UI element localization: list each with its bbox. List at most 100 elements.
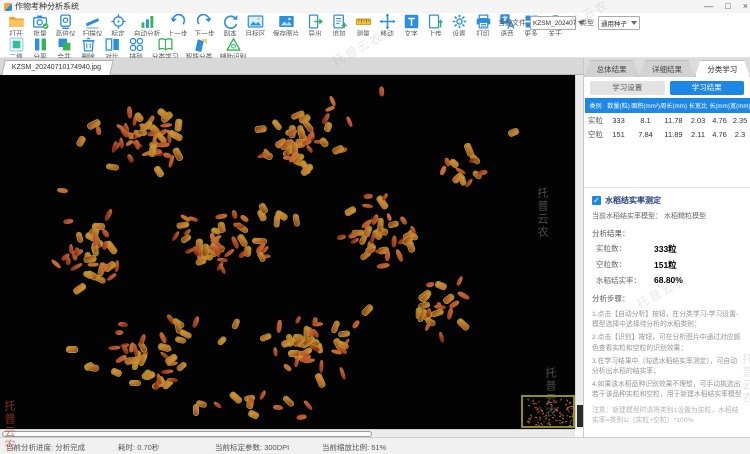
result-label: 水稻结实率：	[596, 276, 641, 285]
binary-square-icon	[8, 36, 25, 53]
table-cell: 151	[612, 129, 625, 139]
type-value: 通用种子	[601, 21, 627, 28]
target-region-icon	[247, 13, 264, 30]
printer-icon	[475, 13, 492, 30]
table-cell: 11.78	[664, 115, 683, 125]
table-cell: 2.11	[690, 129, 706, 139]
upload-doc-icon	[427, 13, 444, 30]
results-table: 类别 数量(粒) 面积(mm²) 周长(mm) 长宽比 长(mm) 宽(mm) 实粒 333 8.…	[585, 98, 750, 141]
subtab-0[interactable]: 学习设置	[590, 81, 665, 95]
current-file-select[interactable]: KZSM_202407	[530, 16, 585, 30]
status-bar: 当前分析进度: 分析完成 耗时: 0.70秒 当前标定参数: 300DPI 当前…	[0, 437, 750, 454]
result-value: 151粒	[654, 260, 677, 270]
table-header: 周长(mm)	[660, 98, 687, 113]
minimize-button[interactable]: —	[704, 0, 713, 13]
title-bar: 作物考种分析系统 — □ ×	[0, 0, 750, 13]
table-cell: 2.3	[734, 129, 746, 139]
watermark: 托普云农	[536, 187, 548, 239]
smart-brush-icon	[191, 36, 208, 53]
horizontal-scrollbar[interactable]	[0, 429, 575, 437]
panel-tab-2[interactable]: 分类学习	[695, 60, 750, 77]
table-header: 长(mm)	[709, 98, 730, 113]
table-cell: 11.89	[664, 129, 683, 139]
chevron-down-icon	[631, 21, 637, 25]
measure-ruler-icon	[355, 13, 372, 30]
classify-book-icon	[157, 36, 174, 53]
table-cell: 2.03	[690, 115, 706, 125]
table-cell: 333	[612, 115, 625, 125]
type-select[interactable]: 通用种子	[598, 16, 640, 30]
results-panel: 总体结果 详细结果 分类学习 学习设置 学习结果 类别 数量(粒) 面积(mm²) 周长(m…	[583, 58, 750, 437]
progress-value: 分析完成	[55, 443, 86, 452]
type-label: 类型	[580, 20, 594, 27]
merge-squares-icon	[56, 36, 73, 53]
separate-split-icon	[32, 36, 49, 53]
current-file-value: KZSM_202407	[533, 19, 577, 27]
arrange-grid-icon	[128, 36, 145, 53]
table-cell: 8.1	[640, 115, 651, 125]
zoom-value: 51%	[371, 443, 387, 452]
calibrate-target-icon	[110, 13, 127, 30]
document-tab[interactable]: KZSM_20240710174940.jpg	[1, 60, 114, 75]
panel-tab-1[interactable]: 详细结果	[639, 60, 694, 77]
table-row[interactable]: 实粒 333 8.1 11.78 2.03 4.76 2.35	[585, 113, 750, 127]
table-cell: 2.35	[732, 115, 748, 125]
table-header: 数量(粒)	[606, 98, 631, 113]
analysis-step: 4.如果该水稻品种识别效果不理想，可手动挑选出若干该品种实粒和空粒，用于新建水稻…	[592, 381, 742, 399]
file-selector-group: 当前文件 KZSM_202407 类型 通用种子	[498, 16, 640, 30]
batch-camera-icon	[32, 13, 49, 30]
analysis-step: 1.点击【自动分析】按钮，在分类学习-学习设置-模型选择中选择待分析的水稻类别；	[592, 311, 739, 329]
export-doc-icon	[307, 13, 324, 30]
document-tab-strip: KZSM_20240710174940.jpg	[0, 58, 583, 75]
table-row[interactable]: 空粒 151 7.84 11.89 2.11 4.76 2.3	[585, 127, 750, 141]
navigator-thumbnail[interactable]	[521, 395, 575, 428]
rice-rate-checkbox-label: 水稻结实率测定	[605, 196, 661, 205]
subtab-1[interactable]: 学习结果	[669, 81, 744, 95]
analysis-step: 3.在学习结果中（勾选水稻结实率测定），可自动分析出水稻的结实率；	[592, 357, 738, 375]
table-header: 宽(mm)	[730, 98, 750, 113]
save-image-icon	[278, 13, 295, 30]
vertical-scrollbar[interactable]	[575, 75, 583, 429]
note-text: 注意：新建模型时请将类别1设置为实粒，水稻结实率=类别1/（实粒+空粒）*100…	[592, 406, 739, 424]
assist-triangle-icon	[225, 36, 242, 53]
toolbar-secondary: 二值分离合并删除对比排列分类学习智能分类辅助识别	[0, 36, 750, 61]
result-value: 68.80%	[654, 275, 683, 285]
compare-panels-icon	[104, 36, 121, 53]
open-folder-icon	[8, 13, 25, 30]
zoom-label: 当前缩放比例:	[322, 443, 370, 452]
table-cell: 空粒	[588, 129, 603, 139]
scanner-icon	[84, 13, 101, 30]
rice-rate-checkbox[interactable]: ✓	[592, 196, 601, 205]
table-header: 类别	[585, 98, 606, 113]
steps-section-title: 分析步骤：	[592, 294, 630, 303]
auto-analyze-chart-icon	[139, 13, 156, 30]
duplicate-refresh-icon	[222, 13, 239, 30]
panel-tab-0[interactable]: 总体结果	[584, 60, 639, 77]
settings-gear-icon	[451, 13, 468, 30]
panel-tabs: 总体结果 详细结果 分类学习	[584, 58, 750, 77]
analysis-step: 2.点击【识别】按钮，可在分析图片中通过对应颜色查看实粒和空粒的识别效果；	[592, 334, 741, 352]
app-window: 作物考种分析系统 — □ × 打开 批量 高倍仪 扫描仪 标定 自动分析 上一步 下一步 副本目…	[0, 0, 750, 454]
result-value: 333粒	[654, 244, 677, 254]
current-model-line: 当前水稻结实率模型： 水稻糙粒模型	[592, 213, 706, 220]
app-icon	[4, 2, 12, 11]
close-button[interactable]: ×	[743, 0, 748, 13]
trash-icon	[80, 36, 97, 53]
dpi-label: 当前标定参数:	[215, 443, 263, 452]
maximize-button[interactable]: □	[725, 0, 730, 13]
undo-arrow-icon	[169, 13, 186, 30]
text-tool-icon	[403, 13, 420, 30]
table-cell: 4.76	[712, 115, 727, 125]
learning-subtabs: 学习设置 学习结果	[584, 77, 750, 98]
window-title: 作物考种分析系统	[15, 2, 79, 11]
result-section-title: 分析结果：	[592, 229, 630, 238]
analysis-steps: 1.点击【自动分析】按钮，在分类学习-学习设置-模型选择中选择待分析的水稻类别；…	[584, 304, 750, 401]
result-label: 空粒数：	[596, 260, 626, 269]
redo-arrow-icon	[196, 13, 213, 30]
analysis-image-canvas[interactable]: 托普云农 托普云农	[0, 75, 575, 429]
elapsed-value: 0.70秒	[137, 443, 160, 452]
progress-label: 当前分析进度:	[6, 443, 54, 452]
table-cell: 实粒	[588, 115, 603, 125]
append-doc-icon	[331, 13, 348, 30]
table-cell: 7.84	[638, 129, 653, 139]
